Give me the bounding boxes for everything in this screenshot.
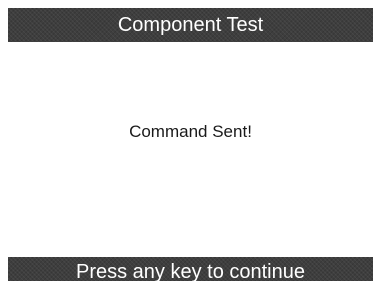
footer-bar[interactable]: Press any key to continue [8, 257, 373, 281]
status-message: Command Sent! [129, 122, 252, 141]
device-screen: Component Test Command Sent! Press any k… [8, 8, 373, 281]
content-area: Command Sent! [8, 42, 373, 257]
screen-title: Component Test [117, 14, 264, 36]
title-bar: Component Test [8, 8, 373, 42]
continue-prompt: Press any key to continue [75, 261, 305, 281]
